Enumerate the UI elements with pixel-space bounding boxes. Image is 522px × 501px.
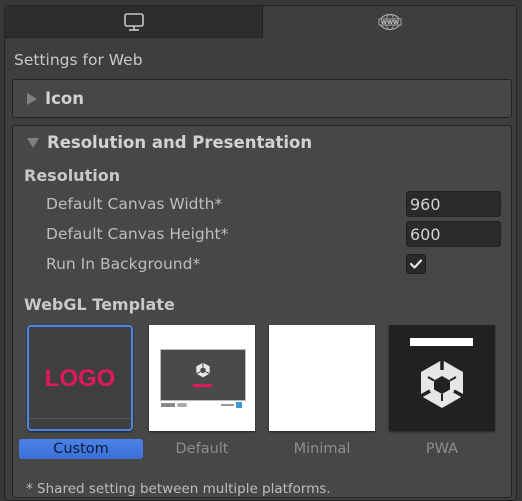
- tab-standalone[interactable]: [5, 6, 263, 38]
- template-minimal[interactable]: Minimal: [269, 325, 375, 457]
- default-canvas-preview: [160, 349, 246, 401]
- settings-title: Settings for Web: [14, 51, 143, 69]
- resolution-foldout-label: Resolution and Presentation: [47, 133, 313, 152]
- unity-logo-icon: [420, 360, 464, 408]
- run-in-background-checkbox[interactable]: [406, 254, 426, 274]
- platform-tabs: WWW: [5, 6, 516, 38]
- checkmark-icon: [409, 259, 423, 269]
- canvas-height-label: Default Canvas Height*: [46, 225, 229, 243]
- resolution-foldout: Resolution and Presentation Resolution D…: [12, 125, 512, 498]
- template-custom[interactable]: LOGO Custom: [19, 325, 143, 459]
- template-default-thumbnail: [149, 325, 255, 431]
- webgl-badge: [177, 403, 187, 407]
- www-globe-icon: WWW: [378, 13, 401, 31]
- unity-logo-icon: [196, 362, 210, 378]
- pwa-title-bar: [410, 338, 473, 346]
- template-default[interactable]: Default: [149, 325, 255, 457]
- resolution-foldout-header[interactable]: Resolution and Presentation: [27, 133, 312, 152]
- thumb-footer-bar: [29, 418, 131, 429]
- expanded-arrow-icon: [27, 137, 39, 148]
- logo-placeholder-text: LOGO: [44, 365, 116, 392]
- canvas-width-input[interactable]: [406, 191, 501, 217]
- collapsed-arrow-icon: [27, 92, 37, 105]
- monitor-icon: [123, 12, 144, 31]
- resolution-section-label: Resolution: [24, 166, 121, 185]
- icon-foldout[interactable]: Icon: [12, 79, 512, 118]
- loading-bar: [193, 384, 212, 387]
- webgl-template-section-label: WebGL Template: [24, 295, 175, 314]
- canvas-width-label: Default Canvas Width*: [46, 195, 223, 213]
- template-pwa-thumbnail: [389, 325, 495, 431]
- svg-text:WWW: WWW: [380, 20, 398, 26]
- template-pwa[interactable]: PWA: [389, 325, 495, 457]
- tab-web[interactable]: WWW: [263, 6, 516, 38]
- shared-setting-footnote: * Shared setting between multiple platfo…: [26, 481, 331, 497]
- canvas-height-input[interactable]: [406, 221, 501, 247]
- unity-webgl-badge: [161, 403, 175, 407]
- project-name-text: [221, 404, 234, 406]
- template-default-label: Default: [175, 441, 229, 457]
- icon-foldout-header[interactable]: Icon: [27, 89, 84, 108]
- icon-foldout-label: Icon: [45, 89, 85, 108]
- template-minimal-label: Minimal: [293, 441, 351, 457]
- platform-settings-panel: WWW Settings for Web Icon Resolution and…: [4, 5, 517, 501]
- template-custom-label: Custom: [19, 439, 143, 459]
- fullscreen-icon: [236, 402, 242, 408]
- template-pwa-label: PWA: [425, 441, 459, 457]
- template-custom-thumbnail: LOGO: [27, 325, 133, 431]
- run-in-background-label: Run In Background*: [46, 255, 201, 273]
- template-minimal-thumbnail: [269, 325, 375, 431]
